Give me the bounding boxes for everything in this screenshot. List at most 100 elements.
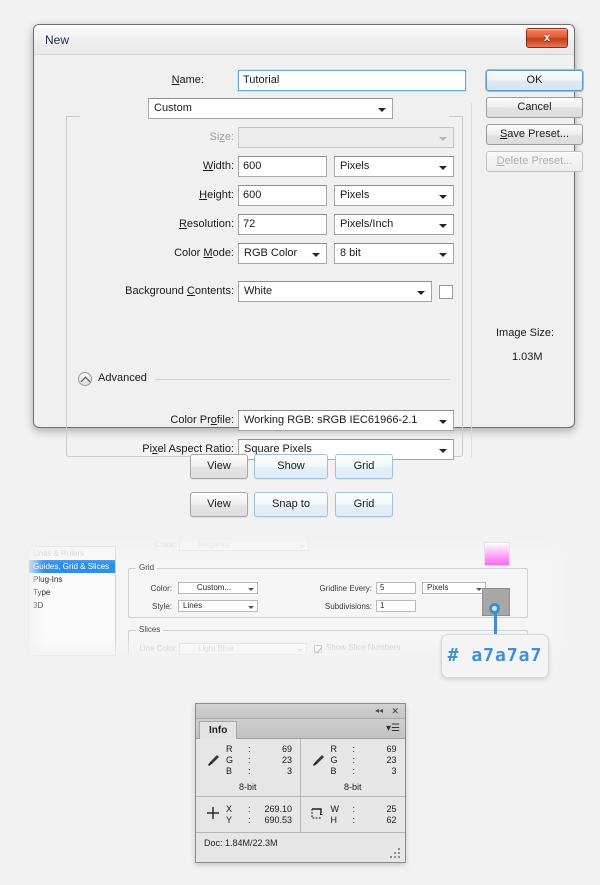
channel-row: G:23 xyxy=(331,755,397,766)
bitdepth-right: 8-bit xyxy=(301,782,406,792)
chevron-up-icon[interactable] xyxy=(78,372,92,386)
button-row-view-snapto-grid: View Snap to Grid xyxy=(190,492,420,518)
sidebar-item-plug-ins[interactable]: Plug-Ins xyxy=(29,573,115,586)
dimension-name: W xyxy=(331,804,353,815)
eyedropper-icon xyxy=(205,753,221,769)
channel-row: B:3 xyxy=(226,766,292,777)
cancel-button[interactable]: Cancel xyxy=(486,97,583,118)
grid-button-2[interactable]: Grid xyxy=(335,492,393,517)
grid-style-label: Style: xyxy=(142,602,172,611)
height-input[interactable]: 600 xyxy=(238,185,327,206)
channel-colon: : xyxy=(353,766,363,777)
close-icon[interactable]: x xyxy=(526,28,568,48)
sidebar-item-units-rulers[interactable]: Units & Rulers xyxy=(29,547,115,560)
grid-color-label: Color: xyxy=(142,584,172,593)
color-readout-left: R:69 G:23 B:3 8-bit xyxy=(196,739,301,797)
grid-group-title: Grid xyxy=(136,563,157,572)
coordinate-rows: X:269.10 Y:690.53 xyxy=(226,804,292,826)
channel-row: R:69 xyxy=(226,744,292,755)
background-color-swatch[interactable] xyxy=(439,285,453,299)
dialog-divider xyxy=(471,103,472,457)
show-button[interactable]: Show xyxy=(254,454,328,479)
close-icon[interactable]: ✕ xyxy=(391,706,399,716)
coordinates-readout: X:269.10 Y:690.53 xyxy=(196,797,301,833)
advanced-divider xyxy=(155,379,450,380)
color-profile-select[interactable]: Working RGB: sRGB IEC61966-2.1 xyxy=(238,410,454,431)
channel-row: R:69 xyxy=(331,744,397,755)
grid-style-select[interactable]: Lines xyxy=(178,600,258,612)
size-select xyxy=(238,127,454,148)
channel-colon: : xyxy=(248,766,258,777)
color-readout-right: R:69 G:23 B:3 8-bit xyxy=(301,739,406,797)
name-label: Name: xyxy=(124,69,204,91)
dialog-titlebar[interactable]: New x xyxy=(34,25,574,55)
advanced-section-header: Advanced xyxy=(78,371,450,387)
coordinate-colon: : xyxy=(248,804,258,815)
color-depth-select[interactable]: 8 bit xyxy=(334,243,454,264)
button-row-view-show-grid: View Show Grid xyxy=(190,454,420,480)
new-document-dialog: New x Name: Tutorial Preset: Custom Size… xyxy=(33,24,575,428)
channel-value: 69 xyxy=(258,744,292,755)
width-unit-select[interactable]: Pixels xyxy=(334,156,454,177)
name-input[interactable]: Tutorial xyxy=(238,70,466,91)
coordinate-name: Y xyxy=(226,815,248,826)
ok-button[interactable]: OK xyxy=(486,70,583,91)
hex-color-callout: # a7a7a7 xyxy=(441,634,549,678)
gridline-unit-select[interactable]: Pixels xyxy=(422,582,486,594)
grid-color-select[interactable]: Custom... xyxy=(178,582,258,594)
guides-color-select[interactable]: Magenta xyxy=(179,539,309,551)
view-button-2[interactable]: View xyxy=(190,492,248,517)
advanced-label: Advanced xyxy=(98,372,147,384)
dimension-rows: W:25 H:62 xyxy=(331,804,397,826)
dimension-colon: : xyxy=(353,804,363,815)
channel-row: G:23 xyxy=(226,755,292,766)
info-panel: ◂◂ ✕ Info ▾☰ R:69 G:23 B:3 8- xyxy=(195,703,406,863)
magenta-swatch[interactable] xyxy=(484,542,510,566)
subdivisions-label: Subdivisions: xyxy=(304,602,372,611)
subdivisions-input[interactable]: 1 xyxy=(376,600,416,612)
channel-value: 23 xyxy=(363,755,397,766)
sidebar-item-type[interactable]: Type xyxy=(29,586,115,599)
panel-menu-icon[interactable]: ▾☰ xyxy=(386,723,400,734)
resolution-unit-select[interactable]: Pixels/Inch xyxy=(334,214,454,235)
snap-to-button[interactable]: Snap to xyxy=(254,492,328,517)
height-unit-select[interactable]: Pixels xyxy=(334,185,454,206)
sidebar-item-3d[interactable]: 3D xyxy=(29,599,115,612)
collapse-icon[interactable]: ◂◂ xyxy=(375,707,383,715)
resolution-input[interactable]: 72 xyxy=(238,214,327,235)
channel-name: G xyxy=(331,755,353,766)
slice-line-color-label: Line Color: xyxy=(128,644,178,653)
background-contents-label: Background Contents: xyxy=(82,280,234,302)
preset-select[interactable]: Custom xyxy=(148,98,393,119)
gridline-every-label: Gridline Every: xyxy=(304,584,372,593)
width-input[interactable]: 600 xyxy=(238,156,327,177)
grid-button-1[interactable]: Grid xyxy=(335,454,393,479)
preferences-sidebar: Units & Rulers Guides, Grid & Slices Plu… xyxy=(28,546,116,656)
gridline-every-input[interactable]: 5 xyxy=(376,582,416,594)
sidebar-item-guides-grid-slices[interactable]: Guides, Grid & Slices xyxy=(29,560,115,573)
color-mode-select[interactable]: RGB Color xyxy=(238,243,327,264)
view-button-1[interactable]: View xyxy=(190,454,248,479)
channel-name: B xyxy=(331,766,353,777)
channel-value: 3 xyxy=(363,766,397,777)
resolution-label: Resolution: xyxy=(134,213,234,235)
dimension-colon: : xyxy=(353,815,363,826)
document-size-status: Doc: 1.84M/22.3M xyxy=(204,838,278,848)
slice-line-color-select[interactable]: Light Blue xyxy=(179,643,307,655)
channel-row: B:3 xyxy=(331,766,397,777)
marquee-icon xyxy=(310,806,326,822)
channel-name: R xyxy=(331,744,353,755)
show-slice-numbers-checkbox[interactable] xyxy=(314,645,322,653)
dimension-row: W:25 xyxy=(331,804,397,815)
tab-info[interactable]: Info xyxy=(199,721,237,739)
color-profile-label: Color Profile: xyxy=(124,409,234,431)
coordinate-value: 690.53 xyxy=(258,815,292,826)
resize-grip[interactable] xyxy=(390,848,402,860)
image-size-value: 1.03M xyxy=(512,351,543,363)
dimension-value: 62 xyxy=(363,815,397,826)
coordinate-value: 269.10 xyxy=(258,804,292,815)
slices-group-title: Slices xyxy=(136,625,163,634)
dialog-body: Name: Tutorial Preset: Custom Size: Widt… xyxy=(34,55,574,428)
save-preset-button[interactable]: Save Preset... xyxy=(486,124,583,145)
background-contents-select[interactable]: White xyxy=(238,281,432,302)
